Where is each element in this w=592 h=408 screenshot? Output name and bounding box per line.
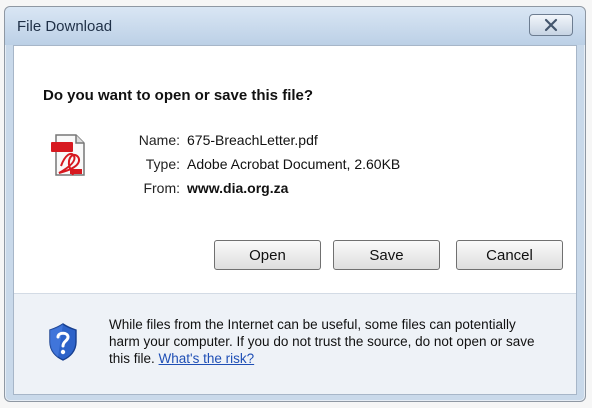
file-from-value: www.dia.org.za xyxy=(187,180,289,196)
shield-question-icon xyxy=(49,323,77,361)
window-title: File Download xyxy=(17,18,113,35)
file-type-label: Type: xyxy=(145,156,180,172)
file-from-row: From: www.dia.org.za xyxy=(14,180,578,202)
file-type-row: Type: Adobe Acrobat Document, 2.60KB xyxy=(14,156,578,178)
dialog-question: Do you want to open or save this file? xyxy=(43,87,314,104)
file-download-window: File Download Do you want to open or sav… xyxy=(4,6,586,402)
dialog-content: Do you want to open or save this file? N… xyxy=(13,45,577,395)
file-type-value: Adobe Acrobat Document, 2.60KB xyxy=(187,156,401,172)
warning-footer: While files from the Internet can be use… xyxy=(14,293,576,394)
whats-the-risk-link[interactable]: What's the risk? xyxy=(159,351,255,366)
close-icon xyxy=(544,18,558,32)
warning-message: While files from the Internet can be use… xyxy=(109,316,549,367)
cancel-button[interactable]: Cancel xyxy=(456,240,563,270)
file-name-label: Name: xyxy=(138,132,180,148)
save-button[interactable]: Save xyxy=(333,240,440,270)
open-button[interactable]: Open xyxy=(214,240,321,270)
title-bar[interactable]: File Download xyxy=(5,7,585,45)
file-name-value: 675-BreachLetter.pdf xyxy=(187,132,318,148)
file-name-row: Name: 675-BreachLetter.pdf xyxy=(14,132,578,154)
file-from-label: From: xyxy=(143,180,180,196)
close-button[interactable] xyxy=(529,14,573,36)
